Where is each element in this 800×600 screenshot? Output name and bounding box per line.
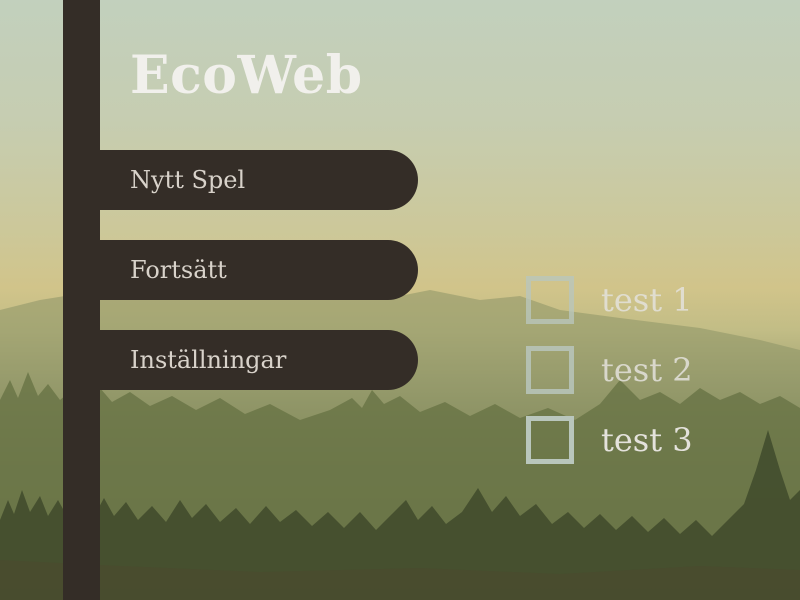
app-title: EcoWeb: [130, 45, 363, 106]
option-label: test 2: [601, 351, 693, 389]
signpost-pole: [63, 0, 100, 600]
continue-button[interactable]: Fortsätt: [100, 240, 418, 300]
option-test-3[interactable]: test 3: [526, 416, 693, 464]
new-game-button[interactable]: Nytt Spel: [100, 150, 418, 210]
option-test-2[interactable]: test 2: [526, 346, 693, 394]
option-label: test 1: [601, 281, 693, 319]
checkbox-test-3[interactable]: [526, 416, 574, 464]
checkbox-test-2[interactable]: [526, 346, 574, 394]
option-label: test 3: [601, 421, 693, 459]
option-test-1[interactable]: test 1: [526, 276, 693, 324]
checkbox-test-1[interactable]: [526, 276, 574, 324]
settings-button[interactable]: Inställningar: [100, 330, 418, 390]
